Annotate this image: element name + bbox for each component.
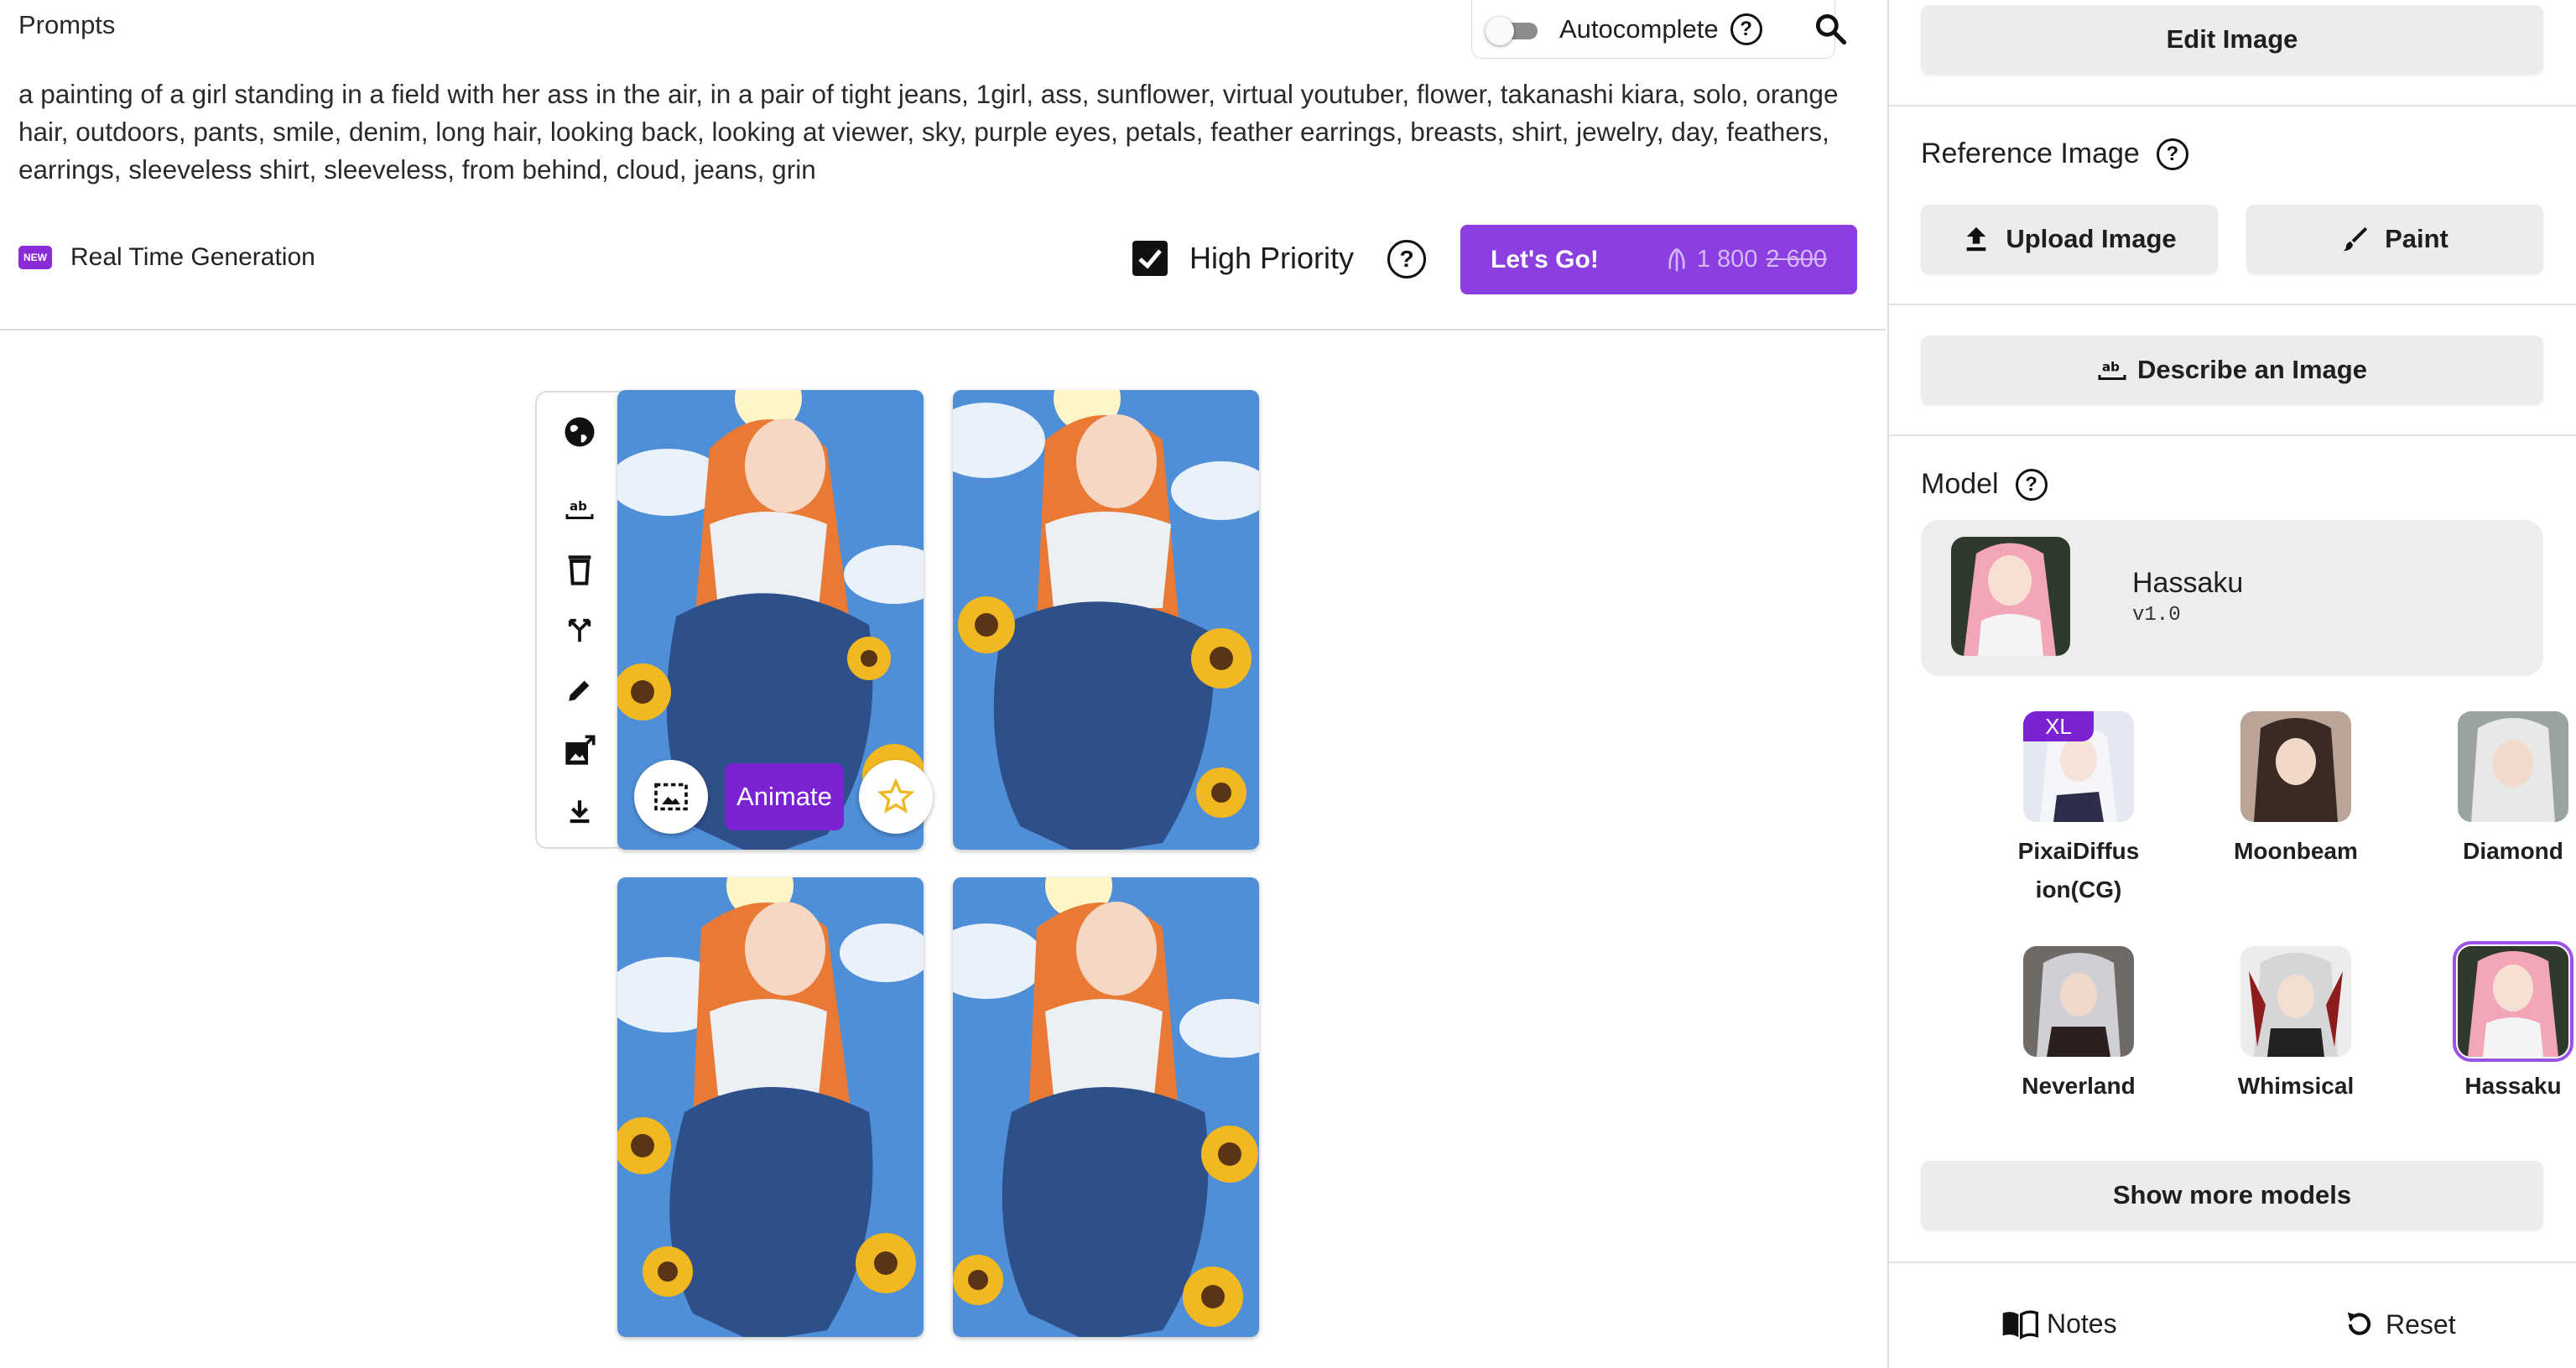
generated-image[interactable] [953,390,1259,850]
realtime-generation-label: Real Time Generation [70,243,315,271]
selected-model-version: v1.0 [2132,604,2181,627]
describe-image-button[interactable]: ab Describe an Image [1921,335,2543,404]
notes-button[interactable]: Notes [2001,1308,2117,1339]
sidebar: Edit Image Reference Image ? Upload Imag… [1887,0,2576,1368]
model-option[interactable]: Diamond [2429,711,2576,871]
brush-icon [2343,226,2368,252]
model-option[interactable]: Moonbeam [2212,711,2380,871]
crop-image-button[interactable] [634,760,708,834]
model-option-label: Whimsical [2237,1073,2355,1099]
model-option[interactable]: XL PixaiDiffusion(CG) [1995,711,2162,909]
model-option[interactable]: Whimsical [2212,946,2380,1105]
upload-icon [1967,226,1986,252]
reset-icon [2347,1312,2371,1335]
paint-button[interactable]: Paint [2246,205,2543,273]
crop-image-icon [654,783,688,811]
trash-icon[interactable] [560,550,599,589]
divider [1889,304,2576,305]
notes-label: Notes [2047,1308,2117,1339]
help-icon[interactable]: ? [1387,240,1426,278]
prompt-textarea[interactable]: a painting of a girl standing in a field… [18,75,1864,189]
book-icon [2002,1309,2038,1339]
model-thumbnail [2023,946,2134,1057]
model-thumbnail [2240,711,2351,822]
realtime-generation[interactable]: NEW Real Time Generation [18,243,315,272]
feather-icon [1668,247,1685,271]
show-more-models-button[interactable]: Show more models [1921,1161,2543,1230]
credit-cost: 1 800 2 600 [1663,246,1827,273]
autocomplete-box: Autocomplete ? [1471,0,1835,59]
main-panel: Prompts Autocomplete ? a painting of a g… [0,0,1886,1368]
download-icon[interactable] [560,792,599,830]
model-option-label: Hassaku [2464,1073,2562,1099]
high-priority-label: High Priority [1189,241,1355,275]
svg-text:ab: ab [570,499,587,514]
divider [1889,105,2576,107]
model-title: Model [1921,468,1999,500]
reference-image-heading: Reference Image ? [1921,138,2188,170]
reset-button[interactable]: Reset [2344,1308,2456,1340]
upload-image-label: Upload Image [2006,224,2177,253]
reference-image-title: Reference Image [1921,138,2140,169]
lets-go-button[interactable]: Let's Go! 1 800 2 600 [1460,225,1857,294]
animate-button[interactable]: Animate [725,763,844,830]
model-option-label: PixaiDiffusion(CG) [2017,838,2140,902]
divider [1889,434,2576,436]
model-option-label: Neverland [2022,1073,2136,1099]
model-thumbnail [2240,946,2351,1057]
model-thumbnail [2458,711,2568,822]
reset-label: Reset [2386,1308,2456,1339]
model-thumbnail [2453,941,2573,1062]
branch-icon[interactable] [560,611,599,649]
divider [1889,1261,2576,1263]
model-thumbnail [1951,537,2070,656]
autocomplete-toggle[interactable] [1486,16,1541,45]
xl-badge: XL [2023,711,2094,741]
image-toolbar: ab [535,391,621,849]
describe-image-label: Describe an Image [2137,355,2367,384]
cost-current: 1 800 [1696,246,1758,273]
help-icon[interactable]: ? [2015,468,2048,501]
new-badge: NEW [18,246,52,269]
pencil-icon[interactable] [560,671,599,710]
text-recognition-icon: ab [2098,360,2126,380]
image-export-icon[interactable] [560,731,599,770]
autocomplete-label: Autocomplete [1559,13,1719,44]
model-thumbnail: XL [2023,711,2134,822]
globe-icon[interactable] [560,413,599,451]
generated-image[interactable] [617,877,924,1337]
favorite-button[interactable] [859,760,933,834]
star-icon [877,778,914,814]
prompts-label: Prompts [18,10,116,39]
divider [0,329,1886,330]
svg-text:ab: ab [2102,360,2120,375]
model-option[interactable]: Hassaku [2429,941,2576,1105]
lets-go-label: Let's Go! [1491,245,1599,273]
model-option-label: Diamond [2463,838,2563,864]
model-heading: Model ? [1921,468,2048,501]
cost-old: 2 600 [1766,246,1827,273]
text-recognition-icon[interactable]: ab [560,490,599,528]
high-priority-checkbox[interactable] [1132,241,1168,276]
model-option-label: Moonbeam [2234,838,2358,864]
generated-image[interactable] [953,877,1259,1337]
help-icon[interactable]: ? [1730,13,1762,45]
selected-model-name: Hassaku [2132,567,2244,599]
edit-image-button[interactable]: Edit Image [1921,5,2543,74]
model-option[interactable]: Neverland [1995,946,2162,1105]
search-icon[interactable] [1812,10,1849,47]
help-icon[interactable]: ? [2156,138,2188,170]
selected-model-card[interactable]: Hassaku v1.0 [1921,520,2543,676]
upload-image-button[interactable]: Upload Image [1921,205,2218,273]
paint-label: Paint [2385,224,2449,253]
